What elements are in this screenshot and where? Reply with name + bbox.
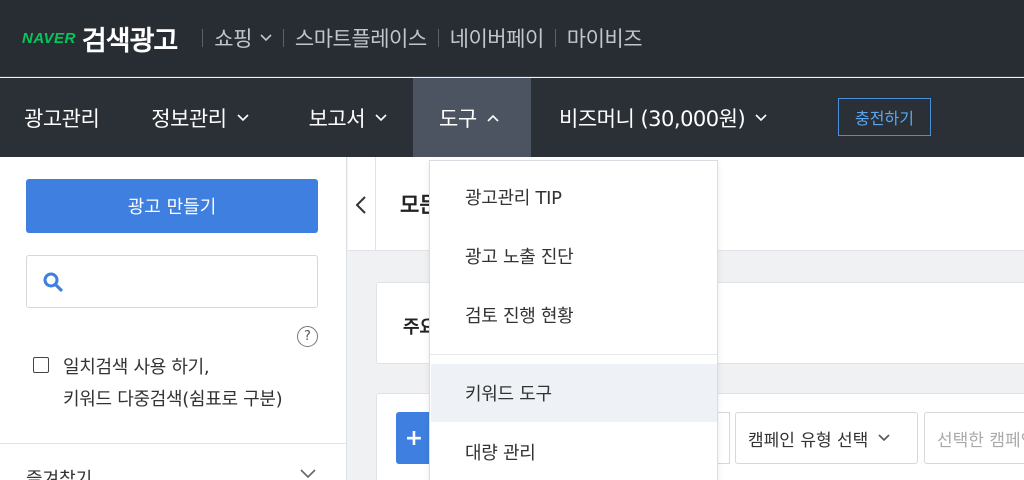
nav-report[interactable]: 보고서 <box>279 78 413 157</box>
brand-logo[interactable]: NAVER 검색광고 <box>22 19 178 58</box>
top-bar: NAVER 검색광고 쇼핑 스마트플레이스 네이버페이 마이비즈 <box>0 0 1024 77</box>
chevron-down-icon <box>755 113 767 121</box>
divider <box>202 29 204 47</box>
add-campaign-button[interactable]: + <box>396 412 432 464</box>
brand-title: 검색광고 <box>81 25 178 57</box>
search-icon <box>43 272 63 292</box>
nav-ad-manage[interactable]: 광고관리 <box>0 78 125 157</box>
chevron-down-icon <box>375 113 387 121</box>
chevron-down-icon <box>878 434 890 442</box>
exact-match-checkbox[interactable] <box>33 357 49 373</box>
help-icon[interactable]: ? <box>297 326 318 347</box>
collapse-sidebar-button[interactable] <box>348 157 376 251</box>
exact-match-line2: 키워드 다중검색(쉼표로 구분) <box>63 389 283 410</box>
chevron-down-icon[interactable] <box>300 469 316 479</box>
tools-dropdown-menu: 광고관리 TIP 광고 노출 진단 검토 진행 현황 키워드 도구 대량 관리 <box>429 160 718 480</box>
search-box[interactable] <box>26 255 318 308</box>
chevron-up-icon <box>487 114 499 122</box>
exact-match-label: 일치검색 사용 하기, 키워드 다중검색(쉼표로 구분) <box>63 352 283 416</box>
topnav-naverpay[interactable]: 네이버페이 <box>450 23 545 53</box>
divider <box>430 354 717 355</box>
menu-item-exposure-diagnosis[interactable]: 광고 노출 진단 <box>431 227 717 285</box>
topnav-smartplace[interactable]: 스마트플레이스 <box>295 23 427 53</box>
search-input[interactable] <box>77 266 307 298</box>
menu-item-ad-tip[interactable]: 광고관리 TIP <box>431 168 717 226</box>
divider <box>282 29 284 47</box>
main-nav: 광고관리 정보관리 보고서 도구 비즈머니 (30,000원) 충전하기 <box>0 78 1024 157</box>
menu-item-bulk-manage[interactable]: 대량 관리 <box>431 423 717 480</box>
service-nav: 쇼핑 스마트플레이스 네이버페이 마이비즈 <box>191 23 643 53</box>
topnav-shopping[interactable]: 쇼핑 <box>214 23 272 53</box>
nav-label: 도구 <box>439 106 477 131</box>
chevron-down-icon <box>260 34 272 42</box>
selected-campaign-field[interactable]: 선택한 캠페인 <box>924 412 1024 464</box>
nav-tools[interactable]: 도구 <box>413 78 532 157</box>
favorites-label[interactable]: 즐겨찾기 <box>26 465 92 480</box>
divider <box>0 443 347 444</box>
menu-item-keyword-tool[interactable]: 키워드 도구 <box>431 364 717 422</box>
exact-match-line1: 일치검색 사용 하기, <box>63 357 210 378</box>
topnav-mybiz[interactable]: 마이비즈 <box>567 23 643 53</box>
nav-info-manage[interactable]: 정보관리 <box>125 78 278 157</box>
nav-label: 광고관리 <box>24 106 100 131</box>
naver-logo: NAVER <box>22 29 76 47</box>
chevron-left-icon <box>355 196 366 214</box>
nav-label: 보고서 <box>308 106 366 131</box>
campaign-type-label: 캠페인 유형 선택 <box>748 430 869 451</box>
nav-label: 정보관리 <box>151 106 227 131</box>
nav-label: 비즈머니 (30,000원) <box>559 106 746 131</box>
nav-bizmoney[interactable]: 비즈머니 (30,000원) <box>531 78 767 157</box>
divider <box>554 29 556 47</box>
menu-item-review-status[interactable]: 검토 진행 현황 <box>431 286 717 344</box>
sidebar: 광고 만들기 ? 일치검색 사용 하기, 키워드 다중검색(쉼표로 구분) 즐겨… <box>0 157 347 480</box>
divider <box>437 29 439 47</box>
chevron-down-icon <box>236 113 249 121</box>
create-ad-button[interactable]: 광고 만들기 <box>26 179 318 233</box>
campaign-type-select[interactable]: 캠페인 유형 선택 <box>735 412 918 464</box>
topnav-label: 쇼핑 <box>214 27 252 51</box>
charge-button[interactable]: 충전하기 <box>838 98 931 136</box>
